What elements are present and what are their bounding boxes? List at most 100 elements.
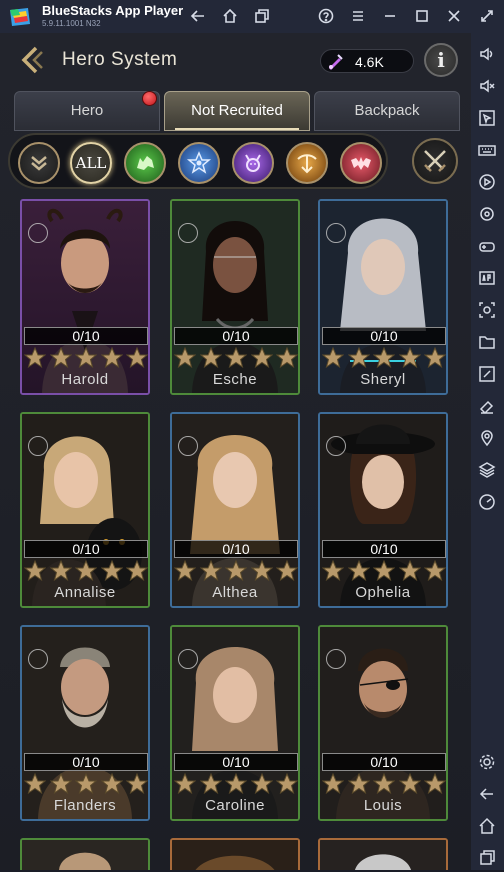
hero-card-annalise[interactable]: 0/10 Annalise — [20, 412, 150, 608]
back-arrow-icon[interactable] — [188, 6, 208, 26]
hero-card-ophelia[interactable]: 0/10 Ophelia — [318, 412, 448, 608]
folder-icon[interactable] — [478, 333, 498, 353]
hero-portrait — [172, 840, 298, 870]
star-icon — [250, 347, 273, 369]
cursor-icon[interactable] — [478, 109, 498, 129]
filter-all-button[interactable]: ALL — [70, 142, 112, 184]
android-back-icon[interactable] — [478, 785, 498, 805]
currency-display: 4.6K — [320, 49, 414, 73]
hero-card-partial[interactable] — [20, 838, 150, 870]
gamepad-icon[interactable] — [478, 237, 498, 257]
role-class-icon — [326, 649, 346, 669]
keyboard-icon[interactable] — [478, 141, 498, 161]
star-icon — [424, 773, 446, 795]
hero-card-louis[interactable]: 0/10 Louis — [318, 625, 448, 821]
volume-mute-icon[interactable] — [478, 77, 498, 97]
eraser-icon[interactable] — [478, 397, 498, 417]
hero-name: Ophelia — [355, 584, 411, 601]
star-icon — [75, 773, 97, 795]
close-icon[interactable] — [444, 6, 464, 26]
star-rating — [322, 347, 446, 369]
bluestacks-logo-icon — [10, 8, 30, 26]
emulator-version: 5.9.11.1001 N32 — [42, 19, 101, 28]
speed-icon[interactable] — [478, 493, 498, 513]
volume-up-icon[interactable] — [478, 45, 498, 65]
star-icon — [24, 560, 46, 582]
expand-arrows-icon[interactable] — [477, 6, 497, 26]
android-recents-icon[interactable] — [478, 849, 498, 869]
star-icon — [126, 560, 148, 582]
tab-not-recruited[interactable]: Not Recruited — [164, 91, 310, 131]
hero-shard-progress: 0/10 — [24, 753, 148, 771]
hero-card-harold[interactable]: 0/10 Harold — [20, 199, 150, 395]
rotate-icon[interactable] — [478, 205, 498, 225]
record-icon[interactable] — [478, 173, 498, 193]
filter-wolf-button[interactable] — [124, 142, 166, 184]
hero-system-header: Hero System 4.6K i — [0, 33, 471, 89]
home-icon[interactable] — [220, 6, 240, 26]
star-icon — [75, 560, 97, 582]
menu-icon[interactable] — [348, 6, 368, 26]
filter-eye-button[interactable] — [178, 142, 220, 184]
hero-card-sheryl[interactable]: 0/10 Sheryl — [318, 199, 448, 395]
hero-card-partial[interactable] — [318, 838, 448, 870]
hero-card-esche[interactable]: 0/10 Esche — [170, 199, 300, 395]
apk-icon[interactable] — [478, 269, 498, 289]
settings-gear-icon[interactable] — [478, 753, 498, 773]
location-icon[interactable] — [478, 429, 498, 449]
filter-demon-button[interactable] — [232, 142, 274, 184]
hero-name: Esche — [212, 371, 258, 388]
wolf-faction-icon — [137, 156, 154, 170]
star-icon — [225, 773, 247, 795]
filter-bat-button[interactable] — [340, 142, 382, 184]
star-icon — [373, 347, 395, 369]
minimize-icon[interactable] — [380, 6, 400, 26]
hero-name: Harold — [61, 371, 109, 388]
resize-icon[interactable] — [478, 365, 498, 385]
layers-icon[interactable] — [478, 461, 498, 481]
maximize-icon[interactable] — [412, 6, 432, 26]
info-button[interactable]: i — [424, 43, 458, 77]
hero-name: Flanders — [53, 797, 117, 814]
potion-icon — [329, 54, 343, 70]
android-home-icon[interactable] — [478, 817, 498, 837]
star-icon — [347, 773, 370, 795]
collapse-filter-button[interactable] — [18, 142, 60, 184]
back-chevron-icon — [21, 46, 43, 74]
hero-card-caroline[interactable]: 0/10 Caroline — [170, 625, 300, 821]
hero-card-althea[interactable]: 0/10 Althea — [170, 412, 300, 608]
hero-tabs: Hero Not Recruited Backpack — [14, 91, 460, 131]
role-class-icon — [28, 436, 48, 456]
filter-crossbow-button[interactable] — [286, 142, 328, 184]
star-icon — [100, 773, 123, 795]
crossed-swords-button[interactable] — [412, 138, 458, 184]
hero-shard-progress: 0/10 — [24, 540, 148, 558]
star-rating — [322, 773, 446, 795]
star-rating — [174, 773, 298, 795]
hero-portrait — [320, 840, 446, 870]
game-screen: Hero System 4.6K i Hero Not Recruited Ba… — [0, 33, 471, 870]
back-chevron-button[interactable] — [14, 43, 48, 77]
star-icon — [24, 773, 46, 795]
hero-shard-progress: 0/10 — [174, 753, 298, 771]
star-icon — [75, 347, 97, 369]
hero-card-flanders[interactable]: 0/10 Flanders — [20, 625, 150, 821]
eye-star-faction-icon — [186, 151, 212, 174]
bat-faction-icon — [351, 157, 371, 170]
tab-hero[interactable]: Hero — [14, 91, 160, 131]
hero-card-partial[interactable] — [170, 838, 300, 870]
star-icon — [49, 347, 72, 369]
screenshot-icon[interactable] — [478, 301, 498, 321]
multi-window-icon[interactable] — [252, 6, 272, 26]
star-rating — [174, 560, 298, 582]
hero-portrait — [22, 840, 148, 870]
help-icon[interactable] — [316, 6, 336, 26]
star-icon — [225, 347, 247, 369]
emulator-app-title: BlueStacks App Player — [42, 3, 184, 18]
star-icon — [398, 560, 421, 582]
tab-backpack[interactable]: Backpack — [314, 91, 460, 131]
notification-badge — [142, 91, 157, 106]
hero-name: Althea — [212, 584, 258, 601]
star-icon — [276, 347, 298, 369]
star-rating — [174, 347, 298, 369]
